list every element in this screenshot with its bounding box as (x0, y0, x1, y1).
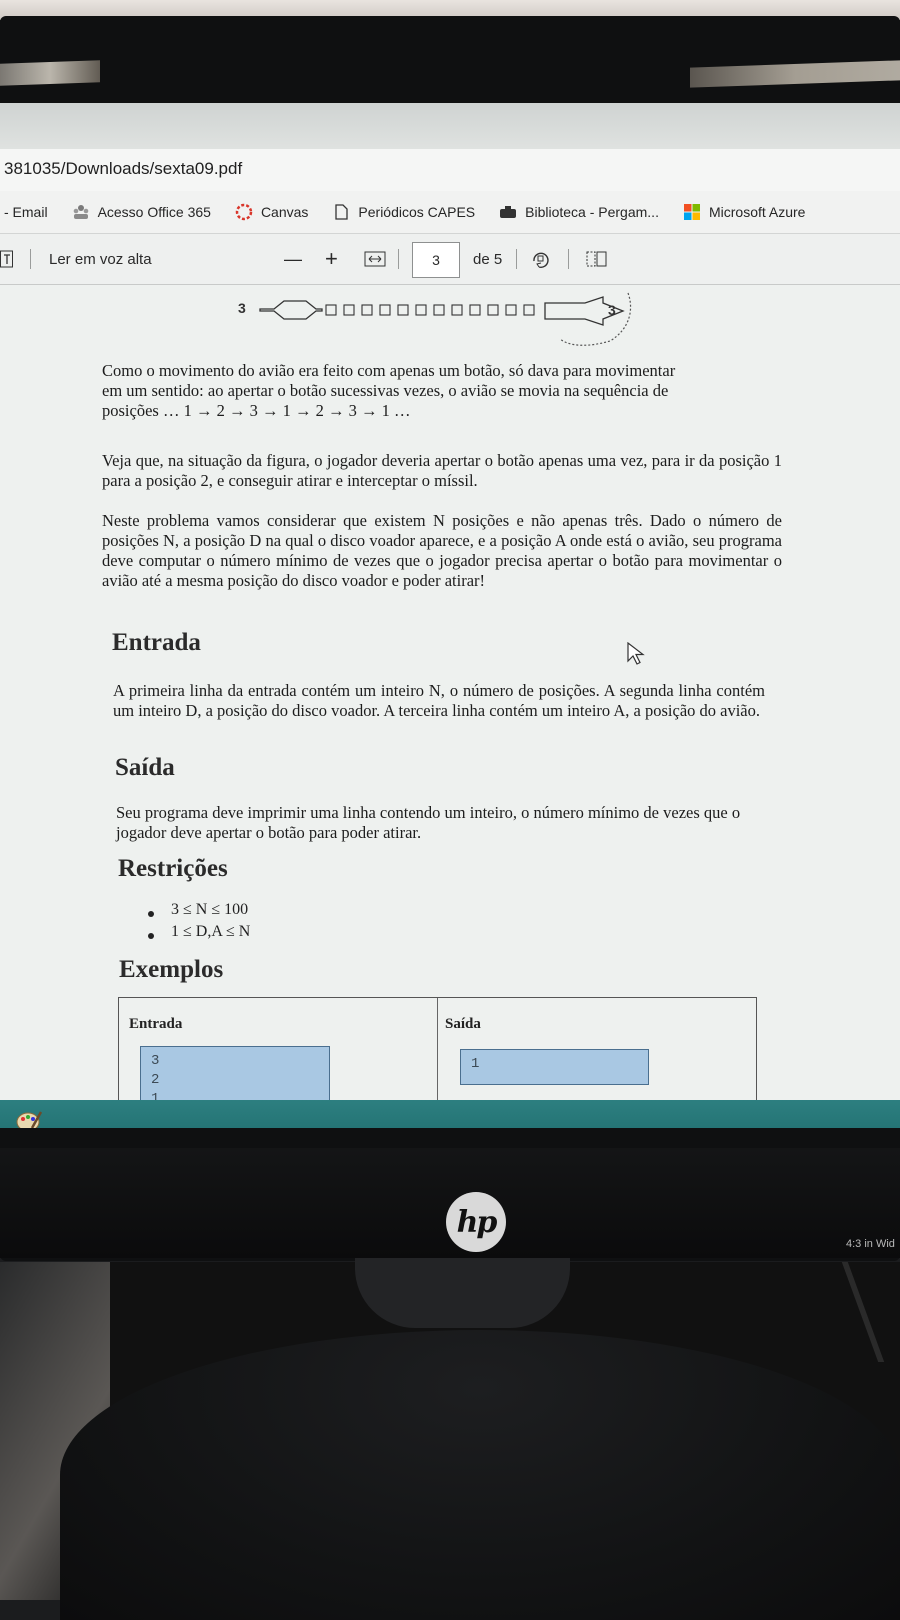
aspect-label: 4:3 in Wid (846, 1238, 895, 1250)
fit-width-icon (364, 251, 386, 267)
pdf-page: 3 3 Como o movimento do avião era feito … (0, 285, 900, 1112)
track-square (487, 304, 499, 316)
heading-exemplos: Exemplos (119, 956, 224, 983)
page-total: de 5 (473, 234, 502, 284)
bezel-glare (0, 60, 100, 86)
table-header-entrada: Entrada (129, 1016, 183, 1032)
hp-logo: hp (446, 1192, 506, 1252)
intro-line: em um sentido: ao apertar o botão sucess… (102, 381, 669, 400)
plus-icon: + (325, 246, 338, 271)
toolbar-separator (398, 249, 399, 269)
bookmark-label: Periódicos CAPES (358, 204, 476, 220)
track-square (415, 304, 427, 316)
page-view-icon (586, 251, 607, 267)
bullet (148, 911, 154, 917)
text-view-button[interactable] (0, 234, 14, 284)
monitor-stand-neck (355, 1258, 570, 1328)
problem-paragraph: Neste problema vamos considerar que exis… (102, 511, 782, 590)
example-output-line: 1 (471, 1056, 480, 1072)
figure-number-left: 3 (238, 300, 246, 316)
bookmark-label: - Email (4, 204, 48, 220)
url-text[interactable]: 381035/Downloads/sexta09.pdf (4, 159, 242, 179)
zoom-in-button[interactable]: + (325, 234, 338, 284)
track-square (433, 304, 445, 316)
bookmark-capes[interactable]: Periódicos CAPES (332, 203, 475, 221)
page-number-input[interactable]: 3 (412, 242, 460, 278)
ufo-shape (259, 300, 323, 320)
intro-paragraph: Como o movimento do avião era feito com … (102, 361, 782, 421)
page-total-label: de 5 (473, 250, 503, 268)
page-number-value: 3 (432, 252, 440, 268)
toolbar-separator (516, 249, 517, 269)
track-square (505, 304, 517, 316)
table-column-divider (437, 998, 438, 1108)
track-square (523, 304, 535, 316)
minus-icon: — (284, 248, 302, 269)
game-figure: 3 3 (238, 292, 632, 346)
taskbar (0, 1100, 900, 1128)
example-input-line: 3 (151, 1053, 160, 1069)
bookmark-azure[interactable]: Microsoft Azure (683, 203, 805, 221)
fit-width-button[interactable] (364, 234, 386, 284)
bookmark-email[interactable]: - Email (4, 204, 48, 220)
monitor-bottom-bezel (0, 1148, 900, 1258)
bookmark-canvas[interactable]: Canvas (235, 203, 308, 221)
monitor-stand-base (60, 1330, 900, 1620)
document-icon (335, 204, 349, 220)
figure-explanation-paragraph: Veja que, na situação da figura, o jogad… (102, 451, 782, 490)
bullet (148, 933, 154, 939)
track-square (469, 304, 481, 316)
bookmark-biblioteca[interactable]: Biblioteca - Pergam... (499, 203, 659, 221)
example-output-box: 1 (460, 1049, 649, 1085)
track-square (451, 304, 463, 316)
entrada-text: A primeira linha da entrada contém um in… (113, 681, 765, 720)
missile-track (325, 304, 535, 316)
zoom-out-button[interactable]: — (284, 234, 302, 284)
heading-restricoes: Restrições (118, 855, 228, 882)
bookmark-office365[interactable]: Acesso Office 365 (72, 203, 211, 221)
restriction-item: 1 ≤ D,A ≤ N (171, 923, 251, 940)
heading-entrada: Entrada (112, 629, 201, 656)
toolbar-separator (568, 249, 569, 269)
monitor-screen: 381035/Downloads/sexta09.pdf - Email Ace… (0, 103, 900, 1128)
example-input-line: 2 (151, 1072, 160, 1088)
track-square (397, 304, 409, 316)
restriction-item: 3 ≤ N ≤ 100 (171, 901, 249, 918)
saida-text: Seu programa deve imprimir uma linha con… (116, 803, 741, 842)
heading-saida: Saída (115, 754, 175, 781)
intro-line: posições … 1 → 2 → 3 → 1 → 2 → 3 → 1 … (102, 401, 411, 420)
rotate-button[interactable] (530, 234, 552, 284)
microsoft-icon (683, 204, 700, 220)
page-view-button[interactable] (586, 234, 608, 284)
table-header-saida: Saída (445, 1016, 481, 1032)
text-icon (0, 250, 13, 268)
bookmarks-bar: - Email Acesso Office 365 Canvas Periódi… (0, 191, 900, 234)
bookmark-label: Biblioteca - Pergam... (525, 204, 659, 220)
track-square (325, 304, 337, 316)
bookmark-label: Acesso Office 365 (97, 204, 211, 220)
track-square (343, 304, 355, 316)
hp-logo-text: hp (456, 1204, 498, 1240)
examples-table: Entrada Saída 3 2 1 1 (118, 997, 757, 1112)
pdf-toolbar: Ler em voz alta — + 3 de 5 (0, 234, 900, 285)
intro-line: Como o movimento do avião era feito com … (102, 361, 676, 380)
read-aloud-label: Ler em voz alta (49, 250, 152, 268)
address-bar[interactable]: 381035/Downloads/sexta09.pdf (0, 149, 900, 192)
track-square (379, 304, 391, 316)
figure-number-right: 3 (608, 302, 616, 318)
toolbar-separator (30, 249, 31, 269)
rotate-icon (533, 252, 549, 268)
read-aloud-button[interactable]: Ler em voz alta (49, 234, 152, 284)
library-icon (500, 206, 517, 218)
track-square (361, 304, 373, 316)
bookmark-label: Microsoft Azure (708, 204, 806, 220)
canvas-icon (235, 203, 253, 221)
office-people-icon (73, 205, 88, 219)
bookmark-label: Canvas (260, 204, 309, 220)
mouse-cursor-icon (627, 642, 645, 665)
paint-app-icon[interactable] (14, 1106, 44, 1128)
browser-tab-strip (0, 103, 900, 149)
